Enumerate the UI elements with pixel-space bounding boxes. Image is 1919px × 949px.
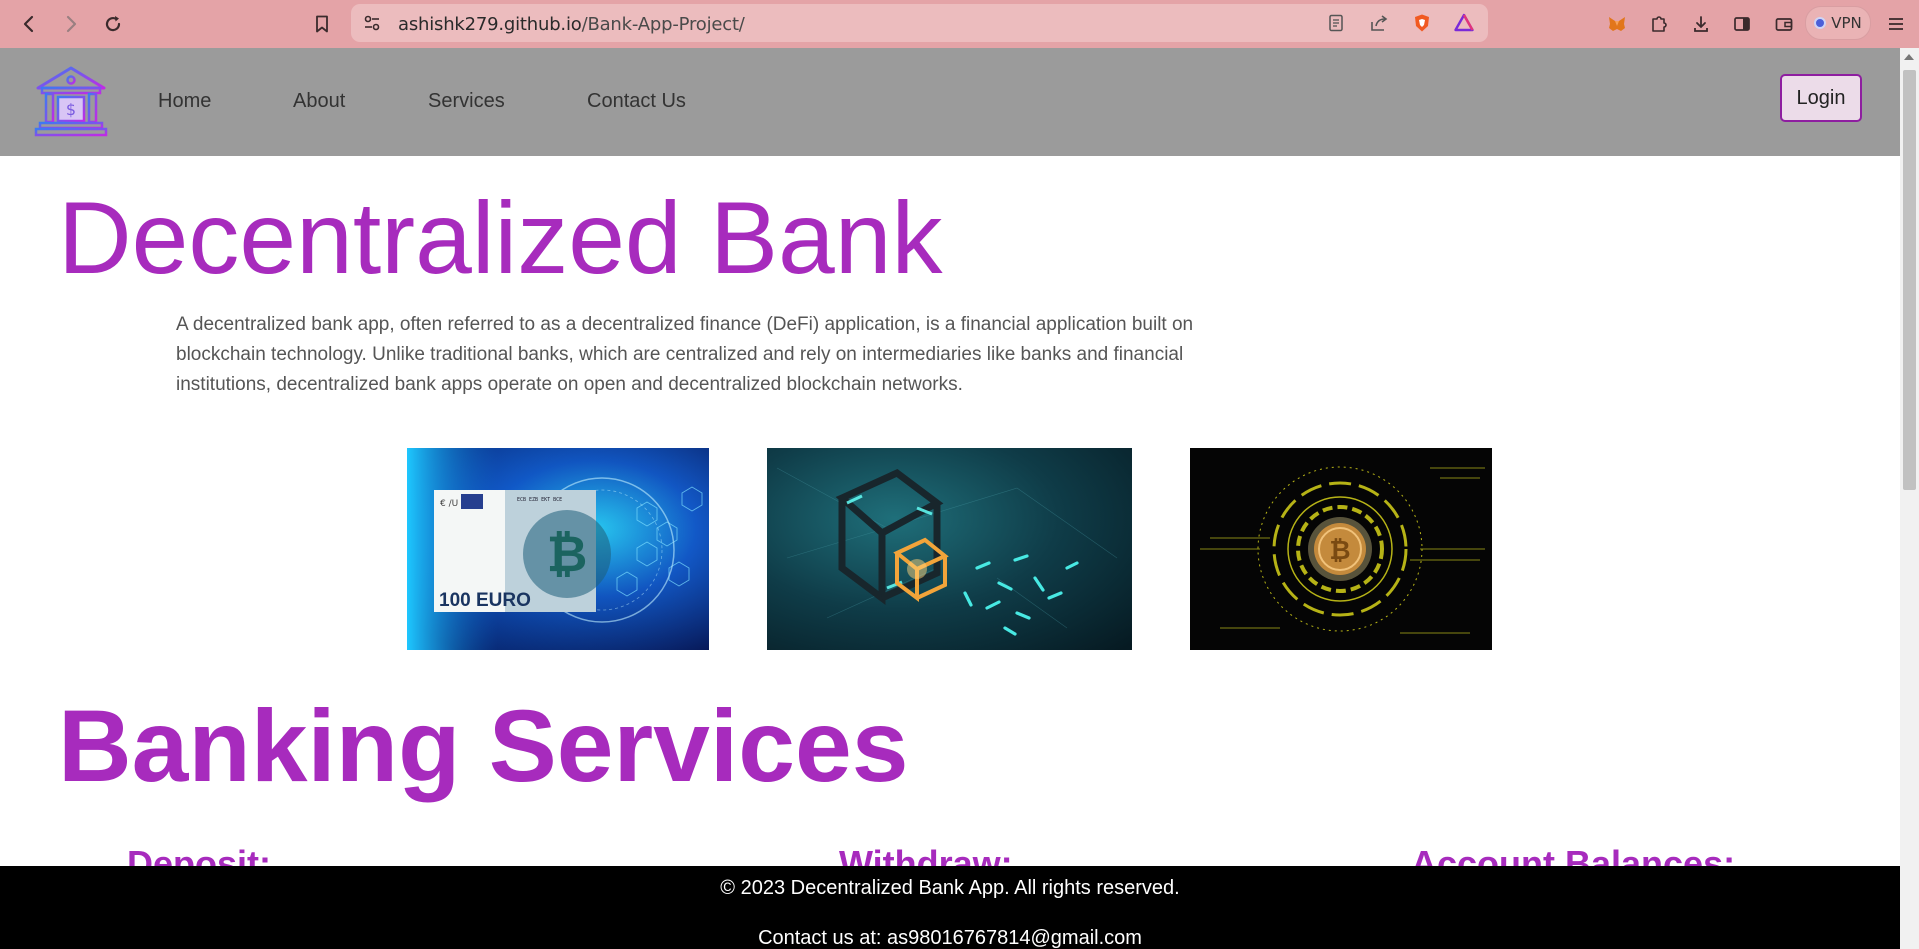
url-text[interactable]: ashishk279.github.io/Bank-App-Project/: [398, 14, 745, 35]
url-host: ashishk279.github.io: [398, 14, 582, 35]
bookmark-icon[interactable]: [307, 9, 337, 39]
scroll-up-icon[interactable]: [1904, 54, 1914, 60]
vpn-button[interactable]: VPN: [1805, 6, 1871, 40]
nav-link-contact[interactable]: Contact Us: [587, 90, 686, 113]
bitcoin-circuit-image: ₿: [1190, 448, 1492, 650]
metamask-icon[interactable]: [1602, 9, 1632, 39]
url-path: /Bank-App-Project/: [581, 14, 745, 35]
svg-text:$: $: [66, 100, 76, 119]
svg-text:ECB EZB EKT BCE: ECB EZB EKT BCE: [517, 497, 562, 503]
back-icon[interactable]: [14, 9, 44, 39]
page-scrollbar[interactable]: [1900, 48, 1919, 949]
share-icon[interactable]: [1364, 8, 1394, 38]
euro-bitcoin-image: € /U ECB EZB EKT BCE ₿ 100 EURO: [407, 448, 709, 650]
svg-text:₿: ₿: [547, 525, 588, 583]
hero-title: Decentralized Bank: [58, 181, 943, 295]
svg-text:€ /U: € /U: [440, 499, 458, 509]
blockchain-cubes-image: [767, 448, 1132, 650]
menu-icon[interactable]: [1881, 9, 1911, 39]
euro-note-text: 100 EURO: [439, 590, 531, 611]
bank-logo-icon[interactable]: $: [34, 64, 108, 138]
footer-copyright: © 2023 Decentralized Bank App. All right…: [720, 877, 1180, 899]
browser-toolbar: ashishk279.github.io/Bank-App-Project/ V…: [0, 0, 1919, 48]
address-bar[interactable]: ashishk279.github.io/Bank-App-Project/: [351, 4, 1488, 42]
scrollbar-thumb[interactable]: [1903, 70, 1916, 490]
page-viewport: $ Home About Services Contact Us Login D…: [0, 48, 1900, 949]
svg-text:₿: ₿: [1329, 536, 1350, 566]
footer-contact: Contact us at: as98016767814@gmail.com: [758, 927, 1142, 949]
reader-mode-icon[interactable]: [1321, 8, 1351, 38]
nav-link-services[interactable]: Services: [428, 90, 505, 113]
brave-rewards-icon[interactable]: [1449, 8, 1479, 38]
nav-link-about[interactable]: About: [293, 90, 345, 113]
services-title: Banking Services: [58, 689, 909, 803]
login-button[interactable]: Login: [1780, 74, 1862, 122]
wallet-icon[interactable]: [1769, 9, 1799, 39]
extensions-icon[interactable]: [1644, 9, 1674, 39]
brave-shields-icon[interactable]: [1407, 8, 1437, 38]
reload-icon[interactable]: [98, 9, 128, 39]
hero-description: A decentralized bank app, often referred…: [176, 314, 1194, 395]
sidebar-icon[interactable]: [1727, 9, 1757, 39]
site-navbar: $ Home About Services Contact Us Login: [0, 48, 1900, 156]
vpn-label: VPN: [1831, 14, 1862, 32]
download-icon[interactable]: [1686, 9, 1716, 39]
nav-link-home[interactable]: Home: [158, 90, 211, 113]
site-settings-icon[interactable]: [357, 8, 387, 38]
forward-icon[interactable]: [56, 9, 86, 39]
vpn-status-icon: [1814, 17, 1827, 29]
site-footer: © 2023 Decentralized Bank App. All right…: [0, 866, 1900, 949]
